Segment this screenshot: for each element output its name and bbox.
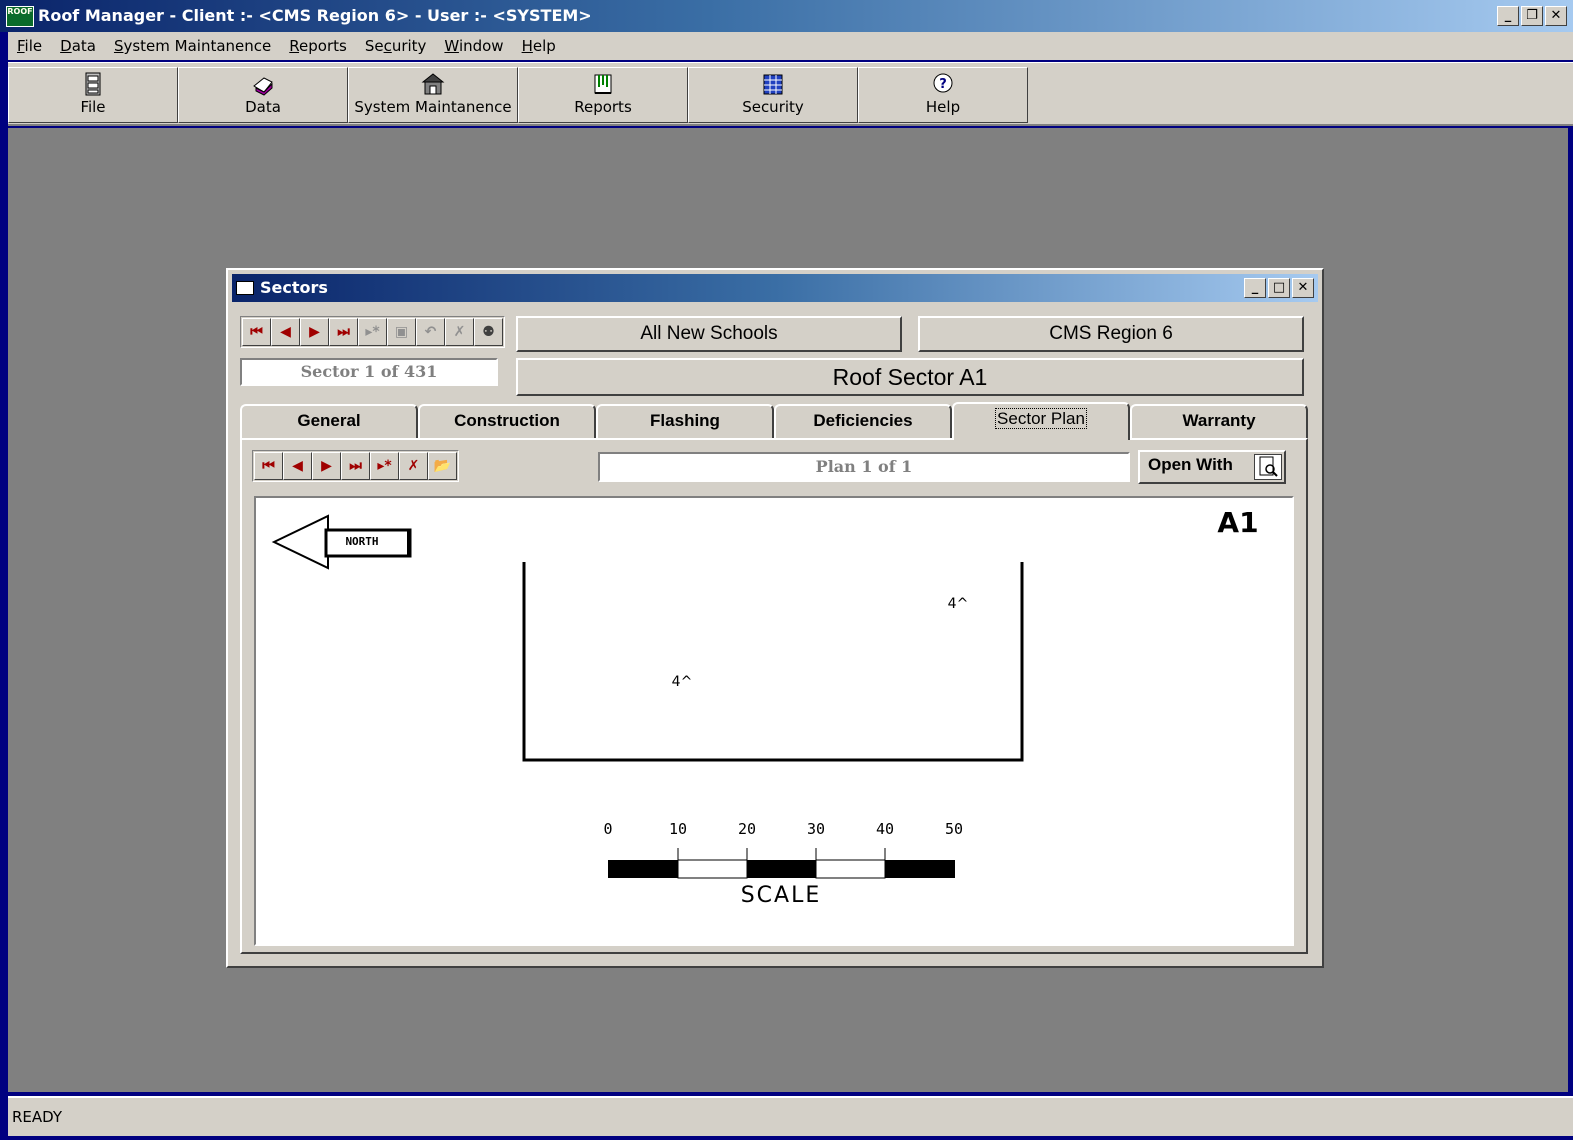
file-cabinet-icon bbox=[85, 72, 101, 96]
open-folder-icon[interactable]: 📂 bbox=[428, 452, 457, 480]
plan-record-navigator: ⏮ ◀ ▶ ⏭ ▸* ✗ 📂 bbox=[252, 450, 459, 482]
sectors-maximize-button[interactable]: □ bbox=[1268, 278, 1290, 298]
scale-tick-20: 20 bbox=[738, 820, 756, 838]
sectors-minimize-button[interactable]: _ bbox=[1244, 278, 1266, 298]
maintenance-tools-icon bbox=[421, 73, 445, 95]
sectors-window-controls: _ □ ✕ bbox=[1244, 278, 1314, 298]
reports-icon bbox=[594, 74, 612, 94]
svg-text:?: ? bbox=[939, 77, 947, 92]
roof-manager-app: ROOF Roof Manager - Client :- <CMS Regio… bbox=[0, 0, 1573, 1140]
save-record-icon[interactable]: ▣ bbox=[387, 318, 416, 346]
last-record-icon[interactable]: ⏭ bbox=[329, 318, 358, 346]
sector-record-navigator: ⏮ ◀ ▶ ⏭ ▸* ▣ ↶ ✗ ⚉ bbox=[240, 316, 505, 348]
toolbar-help-label: Help bbox=[925, 98, 961, 116]
sectors-window: Sectors _ □ ✕ ⏮ ◀ ▶ ⏭ ▸* ▣ ↶ ✗ ⚉ All New… bbox=[226, 268, 1324, 968]
sectors-title: Sectors bbox=[260, 278, 328, 297]
drain-label-2: 4^ bbox=[672, 674, 693, 690]
scale-bar: 0 10 20 30 40 50 SCALE bbox=[603, 820, 963, 908]
security-building-icon bbox=[763, 74, 783, 95]
roof-outline bbox=[522, 562, 1024, 762]
tab-general[interactable]: General bbox=[240, 404, 418, 438]
app-window-controls: _ ❐ ✕ bbox=[1497, 6, 1567, 26]
toolbar-file-button[interactable]: File bbox=[8, 67, 178, 123]
toolbar-data-label: Data bbox=[245, 98, 281, 116]
plan-previous-icon[interactable]: ◀ bbox=[283, 452, 312, 480]
main-toolbar: File Data System Maintanence Reports Sec… bbox=[8, 62, 1573, 126]
delete-record-icon[interactable]: ✗ bbox=[445, 318, 474, 346]
scale-title: SCALE bbox=[741, 883, 822, 908]
new-record-icon[interactable]: ▸* bbox=[358, 318, 387, 346]
toolbar-help-button[interactable]: ? Help bbox=[858, 67, 1028, 123]
client-name-field: CMS Region 6 bbox=[918, 316, 1304, 352]
toolbar-security-label: Security bbox=[742, 98, 804, 116]
preview-icon bbox=[1254, 454, 1282, 480]
status-text: READY bbox=[12, 1108, 63, 1126]
toolbar-file-label: File bbox=[80, 98, 106, 116]
plan-first-icon[interactable]: ⏮ bbox=[254, 452, 283, 480]
menu-file[interactable]: File bbox=[8, 37, 51, 55]
scale-tick-30: 30 bbox=[807, 820, 825, 838]
plan-svg: NORTH A1 4^ 4^ 0 10 20 30 40 50 SCALE bbox=[271, 506, 1259, 908]
minimize-button[interactable]: _ bbox=[1497, 6, 1519, 26]
tab-flashing[interactable]: Flashing bbox=[596, 404, 774, 438]
form-icon bbox=[236, 281, 254, 295]
first-record-icon[interactable]: ⏮ bbox=[242, 318, 271, 346]
plan-new-icon[interactable]: ▸* bbox=[370, 452, 399, 480]
app-titlebar[interactable]: ROOF Roof Manager - Client :- <CMS Regio… bbox=[0, 0, 1573, 32]
plan-sector-label: A1 bbox=[1217, 506, 1258, 539]
toolbar-system-maintanence-button[interactable]: System Maintanence bbox=[348, 67, 518, 123]
previous-record-icon[interactable]: ◀ bbox=[271, 318, 300, 346]
scale-tick-50: 50 bbox=[945, 820, 963, 838]
menu-window[interactable]: Window bbox=[435, 37, 512, 55]
drain-label-1: 4^ bbox=[948, 596, 969, 612]
app-title: Roof Manager - Client :- <CMS Region 6> … bbox=[38, 6, 592, 25]
toolbar-security-button[interactable]: Security bbox=[688, 67, 858, 123]
tab-sector-plan-label: Sector Plan bbox=[995, 408, 1087, 429]
scale-tick-0: 0 bbox=[603, 820, 612, 838]
scale-tick-10: 10 bbox=[669, 820, 687, 838]
plan-delete-icon[interactable]: ✗ bbox=[399, 452, 428, 480]
group-name-field: All New Schools bbox=[516, 316, 902, 352]
data-hand-icon bbox=[253, 77, 273, 96]
undo-icon[interactable]: ↶ bbox=[416, 318, 445, 346]
sectors-close-button[interactable]: ✕ bbox=[1292, 278, 1314, 298]
menu-data[interactable]: Data bbox=[51, 37, 105, 55]
menu-help[interactable]: Help bbox=[513, 37, 565, 55]
sector-tabs: General Construction Flashing Deficienci… bbox=[240, 402, 1308, 440]
toolbar-system-maintanence-label: System Maintanence bbox=[354, 98, 512, 116]
north-label: NORTH bbox=[345, 535, 378, 548]
restore-button[interactable]: ❐ bbox=[1521, 6, 1543, 26]
tab-sector-plan[interactable]: Sector Plan bbox=[952, 402, 1130, 440]
next-record-icon[interactable]: ▶ bbox=[300, 318, 329, 346]
status-bar: READY bbox=[8, 1096, 1573, 1136]
sector-plan-panel: ⏮ ◀ ▶ ⏭ ▸* ✗ 📂 Plan 1 of 1 Open With NOR… bbox=[240, 438, 1308, 954]
find-binoculars-icon[interactable]: ⚉ bbox=[474, 318, 503, 346]
menu-reports[interactable]: Reports bbox=[280, 37, 356, 55]
help-question-icon: ? bbox=[933, 73, 953, 93]
sectors-titlebar[interactable]: Sectors _ □ ✕ bbox=[232, 274, 1318, 302]
tab-deficiencies[interactable]: Deficiencies bbox=[774, 404, 952, 438]
tab-construction[interactable]: Construction bbox=[418, 404, 596, 438]
menu-security[interactable]: Security bbox=[356, 37, 436, 55]
menu-bar: File Data System Maintanence Reports Sec… bbox=[8, 32, 1573, 60]
sector-name-field: Roof Sector A1 bbox=[516, 358, 1304, 396]
plan-record-counter: Plan 1 of 1 bbox=[598, 452, 1130, 482]
roof-manager-icon: ROOF bbox=[6, 6, 34, 27]
toolbar-data-button[interactable]: Data bbox=[178, 67, 348, 123]
plan-next-icon[interactable]: ▶ bbox=[312, 452, 341, 480]
open-with-label: Open With bbox=[1148, 455, 1233, 474]
sector-plan-drawing[interactable]: NORTH A1 4^ 4^ 0 10 20 30 40 50 SCALE bbox=[254, 496, 1294, 946]
toolbar-reports-button[interactable]: Reports bbox=[518, 67, 688, 123]
close-button[interactable]: ✕ bbox=[1545, 6, 1567, 26]
plan-last-icon[interactable]: ⏭ bbox=[341, 452, 370, 480]
sector-record-counter: Sector 1 of 431 bbox=[240, 358, 498, 386]
tab-warranty[interactable]: Warranty bbox=[1130, 404, 1308, 438]
menu-system-maintanence[interactable]: System Maintanence bbox=[105, 37, 280, 55]
north-arrow-icon: NORTH bbox=[271, 514, 412, 570]
open-with-button[interactable]: Open With bbox=[1138, 450, 1286, 484]
scale-tick-40: 40 bbox=[876, 820, 894, 838]
toolbar-reports-label: Reports bbox=[574, 98, 632, 116]
